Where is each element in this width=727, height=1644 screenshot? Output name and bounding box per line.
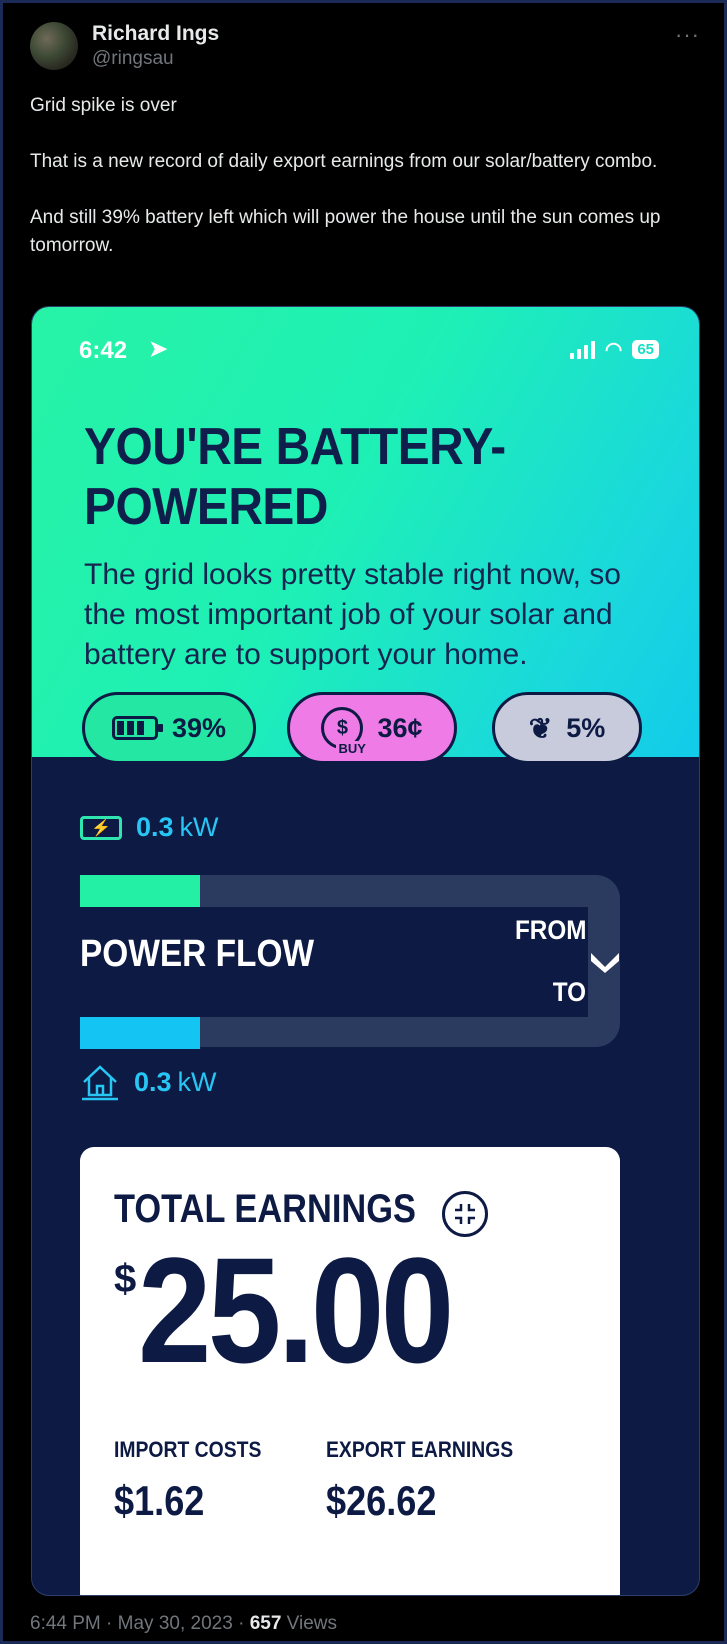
tweet-text: Grid spike is over That is a new record …	[30, 92, 700, 288]
hero-subtitle: The grid looks pretty stable right now, …	[84, 558, 621, 671]
import-costs-label: IMPORT COSTS	[114, 1437, 262, 1462]
views-label: Views	[286, 1613, 338, 1634]
signal-icon	[569, 340, 595, 359]
author-name[interactable]: Richard Ings	[92, 22, 219, 46]
hero-title-line: POWERED	[84, 478, 328, 536]
battery-icon	[111, 716, 163, 740]
power-flow-title: POWER FLOW	[80, 933, 315, 975]
more-options-icon[interactable]: ···	[675, 22, 700, 48]
tweet-paragraph: And still 39% battery left which will po…	[30, 207, 661, 256]
currency-symbol: $	[114, 1257, 137, 1301]
flow-to-bar	[80, 1017, 200, 1049]
phone-battery-icon: 65	[632, 340, 659, 359]
tweet-header: Richard Ings @ringsau ···	[30, 18, 700, 74]
battery-power-reading: ⚡ 0.3 kW	[80, 812, 219, 843]
export-earnings-value: $26.62	[326, 1477, 437, 1524]
tweet-paragraph: That is a new record of daily export ear…	[30, 151, 658, 172]
battery-level-pill[interactable]: 39%	[82, 692, 256, 764]
wifi-icon: ◠	[604, 339, 623, 361]
flow-from-bar	[80, 875, 200, 907]
hero-title-line: YOU'RE BATTERY-	[84, 418, 506, 476]
leaf-icon: ❦	[528, 712, 553, 744]
avatar[interactable]	[30, 22, 78, 70]
status-time: 6:42	[79, 337, 128, 364]
location-arrow-icon: ➤	[149, 336, 168, 361]
dollar-icon: $ BUY	[321, 707, 368, 756]
separator: ·	[106, 1613, 113, 1634]
battery-power-unit: kW	[179, 812, 219, 842]
export-earnings-label: EXPORT EARNINGS	[326, 1437, 514, 1462]
home-icon	[82, 1065, 118, 1101]
phone-status-bar: 6:42 ➤ ◠ 65	[79, 336, 659, 367]
hero-title: YOU'RE BATTERY- POWERED	[84, 417, 506, 537]
import-costs-value: $1.62	[114, 1477, 205, 1524]
battery-charging-icon: ⚡	[80, 815, 122, 840]
author-handle[interactable]: @ringsau	[92, 48, 174, 70]
renewable-pill[interactable]: ❦ 5%	[492, 692, 642, 764]
chevron-down-icon[interactable]	[588, 943, 622, 977]
tweet-footer: 6:44 PM · May 30, 2023 · 657 Views	[30, 1613, 337, 1635]
status-pills: 39% $ BUY 36¢ ❦ 5%	[82, 692, 652, 768]
tweet-time[interactable]: 6:44 PM	[30, 1613, 101, 1634]
earnings-card[interactable]: TOTAL EARNINGS $ 25.00 IMPORT COSTS EXPO…	[80, 1147, 620, 1595]
tweet-date[interactable]: May 30, 2023	[118, 1613, 233, 1634]
flow-from-label: FROM	[514, 915, 586, 945]
separator: ·	[238, 1613, 245, 1634]
buy-price-value: 36¢	[377, 712, 423, 743]
attached-screenshot[interactable]: 6:42 ➤ ◠ 65 YOU'RE BATTERY- POWERED The …	[31, 306, 700, 1596]
total-earnings-value: 25.00	[138, 1226, 454, 1394]
battery-power-value: 0.3	[136, 812, 174, 842]
buy-tag: BUY	[336, 741, 368, 756]
home-power-value: 0.3	[134, 1066, 172, 1097]
flow-to-label: TO	[552, 977, 586, 1007]
tweet-paragraph: Grid spike is over	[30, 95, 177, 116]
home-power-unit: kW	[177, 1066, 217, 1097]
buy-price-pill[interactable]: $ BUY 36¢	[287, 692, 457, 764]
renewable-value: 5%	[566, 712, 606, 743]
home-power-reading: 0.3 kW	[80, 1062, 217, 1102]
views-count[interactable]: 657	[250, 1613, 282, 1634]
battery-level-value: 39%	[171, 712, 227, 743]
